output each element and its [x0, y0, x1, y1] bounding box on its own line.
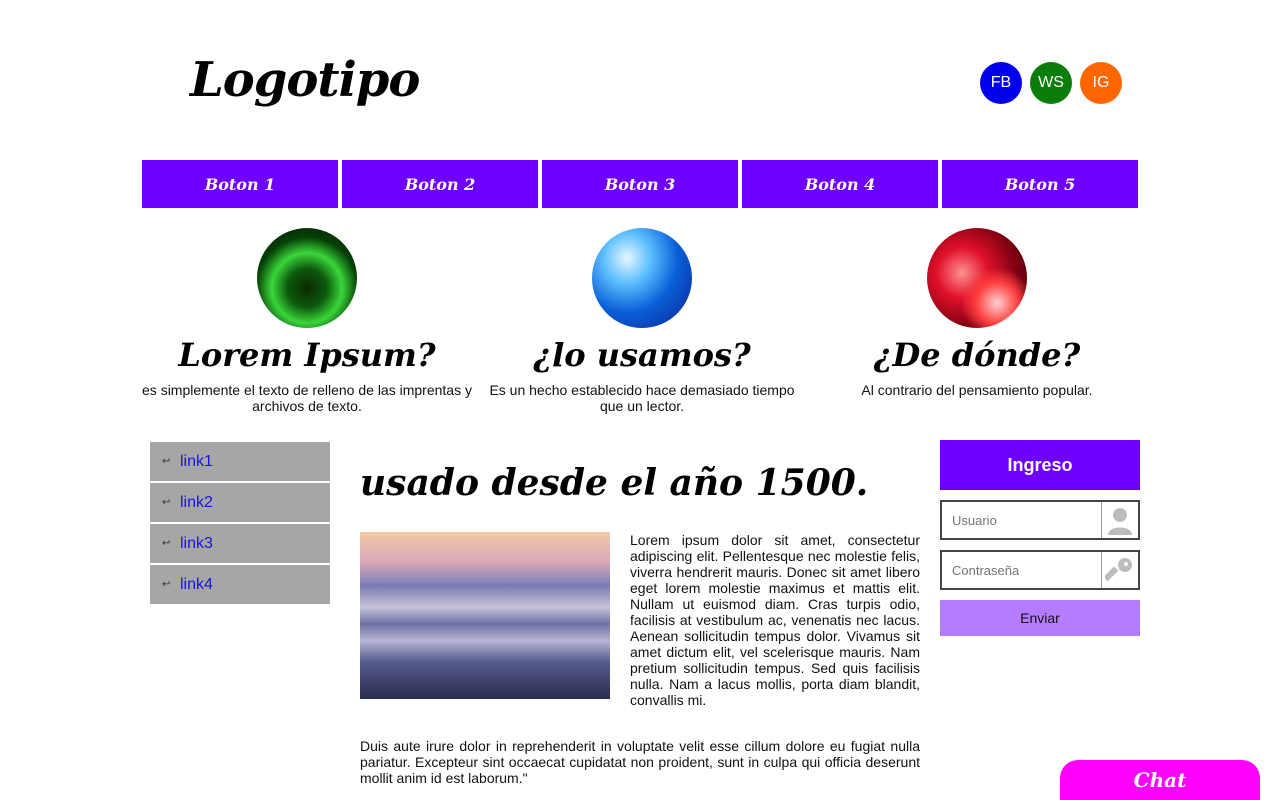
arrow-icon: ↩: [162, 497, 171, 508]
feature-title: ¿De dónde?: [873, 336, 1081, 374]
key-icon: [1101, 552, 1138, 588]
social-links: FB WS IG: [980, 62, 1122, 104]
feature-card: ¿De dónde? Al contrario del pensamiento …: [812, 228, 1142, 414]
username-input[interactable]: [942, 502, 1101, 538]
nav-button-4[interactable]: Boton 4: [742, 160, 938, 208]
misty-mountains-photo: [360, 532, 610, 699]
submit-button[interactable]: Enviar: [940, 600, 1140, 636]
feature-card: Lorem Ipsum? es simplemente el texto de …: [142, 228, 472, 414]
whatsapp-button[interactable]: WS: [1030, 62, 1072, 104]
sidebar-link-label: link2: [180, 493, 213, 511]
sidebar-link-3[interactable]: ↩ link3: [150, 524, 330, 563]
green-tunnel-image: [257, 228, 357, 328]
sidebar-link-4[interactable]: ↩ link4: [150, 565, 330, 604]
features: Lorem Ipsum? es simplemente el texto de …: [142, 228, 1142, 414]
nav-button-5[interactable]: Boton 5: [942, 160, 1138, 208]
main-nav: Boton 1 Boton 2 Boton 3 Boton 4 Boton 5: [142, 160, 1138, 208]
feature-text: es simplemente el texto de relleno de la…: [142, 382, 472, 414]
arrow-icon: ↩: [162, 456, 171, 467]
password-field: [940, 550, 1140, 590]
main-content: usado desde el año 1500. Lorem ipsum dol…: [360, 462, 920, 786]
facebook-button[interactable]: FB: [980, 62, 1022, 104]
username-field: [940, 500, 1140, 540]
user-icon: [1101, 502, 1138, 538]
sidebar-link-1[interactable]: ↩ link1: [150, 442, 330, 481]
feature-title: ¿lo usamos?: [533, 336, 751, 374]
red-bokeh-image: [927, 228, 1027, 328]
instagram-button[interactable]: IG: [1080, 62, 1122, 104]
feature-title: Lorem Ipsum?: [178, 336, 436, 374]
body-paragraph: Duis aute irure dolor in reprehenderit i…: [360, 738, 920, 786]
main-heading: usado desde el año 1500.: [360, 462, 869, 504]
arrow-icon: ↩: [162, 579, 171, 590]
chat-button[interactable]: Chat: [1060, 760, 1260, 800]
sidebar-link-label: link3: [180, 534, 213, 552]
logo: Logotipo: [190, 52, 420, 108]
sidebar-link-label: link4: [180, 575, 213, 593]
password-input[interactable]: [942, 552, 1101, 588]
feature-text: Al contrario del pensamiento popular.: [861, 382, 1093, 398]
nav-button-3[interactable]: Boton 3: [542, 160, 738, 208]
login-title: Ingreso: [940, 440, 1140, 490]
nav-button-2[interactable]: Boton 2: [342, 160, 538, 208]
blue-abstract-image: [592, 228, 692, 328]
feature-card: ¿lo usamos? Es un hecho establecido hace…: [477, 228, 807, 414]
sidebar: ↩ link1 ↩ link2 ↩ link3 ↩ link4: [150, 442, 330, 606]
nav-button-1[interactable]: Boton 1: [142, 160, 338, 208]
login-panel: Ingreso Enviar: [940, 440, 1140, 636]
sidebar-link-label: link1: [180, 452, 213, 470]
sidebar-link-2[interactable]: ↩ link2: [150, 483, 330, 522]
arrow-icon: ↩: [162, 538, 171, 549]
feature-text: Es un hecho establecido hace demasiado t…: [489, 382, 795, 414]
